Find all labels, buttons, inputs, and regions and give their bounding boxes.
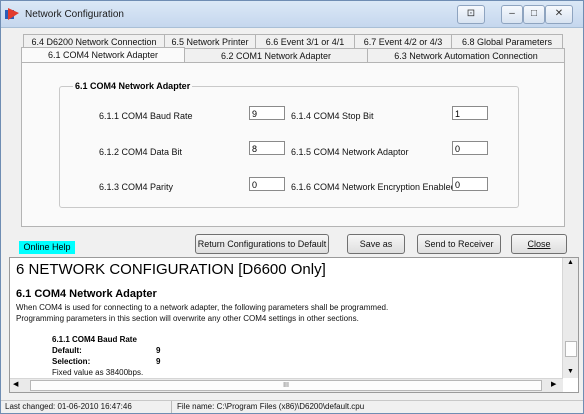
network-adaptor-label: 6.1.5 COM4 Network Adaptor (291, 147, 409, 157)
status-separator (171, 401, 172, 413)
scroll-down-icon[interactable]: ▼ (567, 368, 574, 375)
help-heading: 6 NETWORK CONFIGURATION [D6600 Only] (16, 261, 326, 278)
tab-event-3-1[interactable]: 6.6 Event 3/1 or 4/1 (255, 34, 355, 49)
close-button[interactable]: Close (511, 234, 567, 254)
help-selection-value: 9 (156, 357, 161, 366)
maximize-button[interactable]: □ (523, 5, 545, 24)
file-name-status: File name: C:\Program Files (x86)\D6200\… (177, 402, 365, 411)
tab-network-automation-connection[interactable]: 6.3 Network Automation Connection (367, 48, 565, 63)
data-bit-input[interactable]: 8 (249, 141, 285, 155)
save-as-button[interactable]: Save as (347, 234, 405, 254)
return-default-label: Return Configurations to Default (197, 239, 327, 249)
help-item-title: 6.1.1 COM4 Baud Rate (52, 335, 137, 344)
close-label: Close (527, 239, 551, 249)
status-bar: Last changed: 01-06-2010 16:47:46 File n… (1, 400, 583, 413)
group-title: 6.1 COM4 Network Adapter (73, 81, 193, 91)
help-note: Fixed value as 38400bps. (52, 368, 144, 377)
tab-event-4-2[interactable]: 6.7 Event 4/2 or 4/3 (354, 34, 452, 49)
network-app-icon (5, 8, 19, 20)
scroll-left-icon[interactable]: ◀ (13, 380, 18, 388)
scroll-right-icon[interactable]: ▶ (551, 380, 556, 388)
help-selection-label: Selection: (52, 357, 91, 366)
baud-rate-input[interactable]: 9 (249, 106, 285, 120)
data-bit-label: 6.1.2 COM4 Data Bit (99, 147, 183, 157)
encryption-enabled-label: 6.1.6 COM4 Network Encryption Enabled (291, 182, 456, 192)
tab-com1-network-adapter[interactable]: 6.2 COM1 Network Adapter (184, 48, 368, 63)
restore-layout-button[interactable]: ⊡ (457, 5, 485, 24)
send-to-receiver-label: Send to Receiver (424, 239, 494, 249)
stop-bit-input[interactable]: 1 (452, 106, 488, 120)
minimize-button[interactable]: – (501, 5, 523, 24)
help-default-value: 9 (156, 346, 161, 355)
send-to-receiver-button[interactable]: Send to Receiver (417, 234, 501, 254)
help-pane[interactable]: 6 NETWORK CONFIGURATION [D6600 Only] 6.1… (9, 257, 579, 393)
parity-input[interactable]: 0 (249, 177, 285, 191)
help-paragraph-1: When COM4 is used for connecting to a ne… (16, 303, 389, 312)
network-adaptor-input[interactable]: 0 (452, 141, 488, 155)
help-paragraph-2: Programming parameters in this section w… (16, 314, 359, 323)
last-changed-status: Last changed: 01-06-2010 16:47:46 (5, 402, 132, 411)
return-default-button[interactable]: Return Configurations to Default (195, 234, 329, 254)
window: Network Configuration ⊡ – □ ✕ 6.4 D6200 … (0, 0, 584, 414)
stop-bit-label: 6.1.4 COM4 Stop Bit (291, 111, 374, 121)
baud-rate-label: 6.1.1 COM4 Baud Rate (99, 111, 193, 121)
tab-global-parameters[interactable]: 6.8 Global Parameters (451, 34, 563, 49)
online-help-badge[interactable]: Online Help (19, 241, 75, 254)
help-default-label: Default: (52, 346, 82, 355)
vertical-scroll-thumb[interactable] (565, 341, 577, 357)
window-title: Network Configuration (25, 9, 124, 20)
title-bar: Network Configuration ⊡ – □ ✕ (1, 1, 583, 28)
help-vertical-scrollbar[interactable]: ▲ ▼ (562, 258, 578, 378)
save-as-label: Save as (359, 239, 393, 249)
help-horizontal-scrollbar[interactable]: ◀ III ▶ (10, 378, 563, 392)
horizontal-scroll-thumb[interactable]: III (30, 380, 542, 391)
close-window-button[interactable]: ✕ (545, 5, 573, 24)
tab-com4-network-adapter[interactable]: 6.1 COM4 Network Adapter (21, 47, 185, 63)
help-subheading: 6.1 COM4 Network Adapter (16, 288, 157, 300)
scroll-up-icon[interactable]: ▲ (567, 259, 574, 266)
parity-label: 6.1.3 COM4 Parity (99, 182, 174, 192)
encryption-enabled-input[interactable]: 0 (452, 177, 488, 191)
